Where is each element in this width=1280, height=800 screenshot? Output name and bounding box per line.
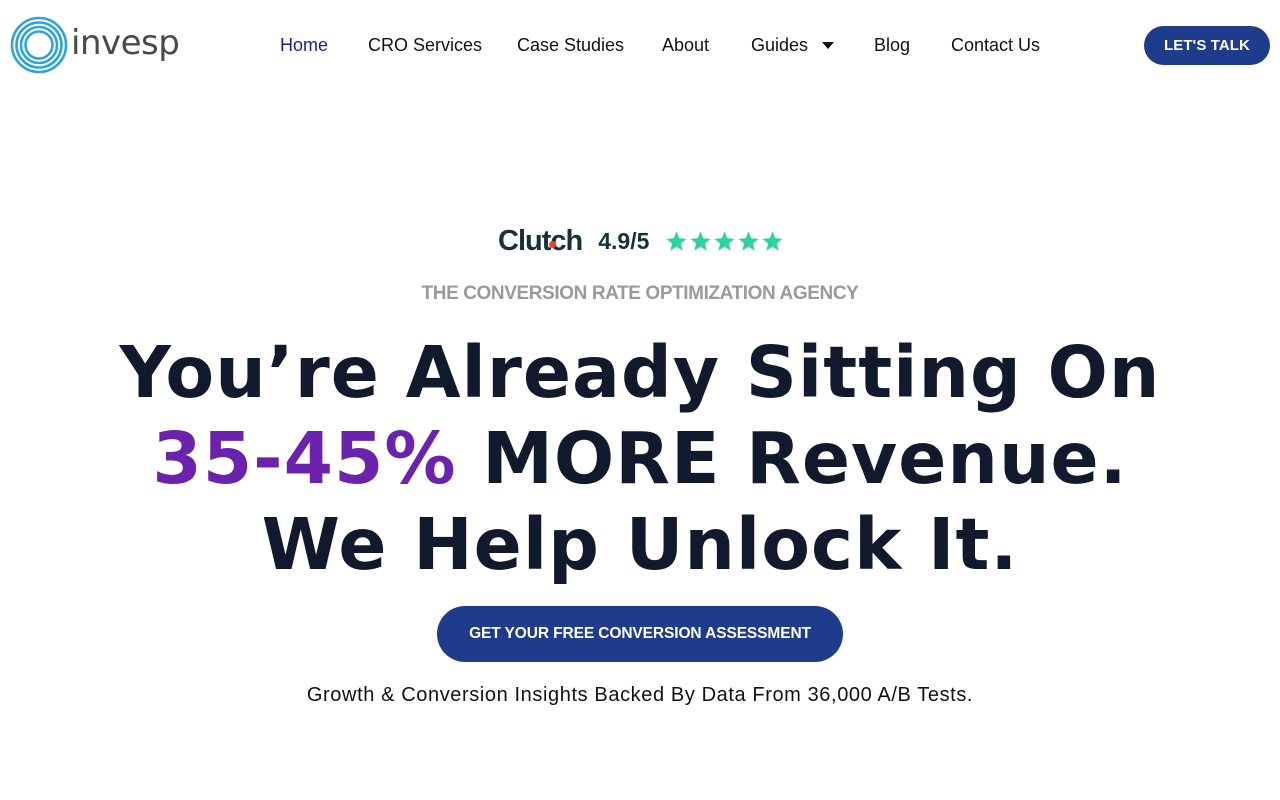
free-assessment-button[interactable]: GET YOUR FREE CONVERSION ASSESSMENT	[437, 606, 843, 662]
clutch-logo-suffix: ch	[550, 224, 583, 257]
nav-item-cro-services[interactable]: CRO Services	[368, 34, 482, 56]
hero-headline: You’re Already Sitting On 35-45% MORE Re…	[0, 330, 1280, 588]
caret-down-icon	[822, 42, 835, 49]
nav-item-blog[interactable]: Blog	[874, 34, 910, 56]
headline-line-2-rest: MORE Revenue.	[456, 417, 1128, 500]
star-icon	[738, 230, 759, 251]
nav-item-case-studies[interactable]: Case Studies	[517, 34, 624, 56]
clutch-logo: Clut ch	[498, 224, 583, 257]
star-icon	[714, 230, 735, 251]
headline-line-2: 35-45% MORE Revenue.	[0, 416, 1280, 502]
star-icon	[666, 230, 687, 251]
star-icon	[762, 230, 783, 251]
hero-subline: Growth & Conversion Insights Backed By D…	[306, 684, 974, 706]
rating-score: 4.9/5	[598, 227, 650, 254]
star-icon	[690, 230, 711, 251]
headline-line-3: We Help Unlock It.	[261, 503, 1019, 586]
clutch-dot-icon	[549, 240, 557, 248]
nav-item-guides[interactable]: Guides	[751, 34, 835, 56]
rating-stars	[665, 230, 785, 253]
nav-item-guides-label: Guides	[751, 35, 809, 55]
hero-eyebrow: THE CONVERSION RATE OPTIMIZATION AGENCY	[421, 283, 859, 304]
nav-item-home[interactable]: Home	[280, 34, 328, 56]
lets-talk-button[interactable]: LET'S TALK	[1144, 26, 1270, 65]
clutch-logo-prefix: Clut	[498, 224, 551, 257]
site-header: invesp Home CRO Services Case Studies Ab…	[0, 0, 1280, 90]
clutch-rating[interactable]: Clut ch 4.9/5	[498, 224, 785, 258]
headline-accent-percent: 35-45%	[152, 417, 457, 500]
nav-item-contact-us[interactable]: Contact Us	[951, 34, 1040, 56]
nav-item-about[interactable]: About	[662, 34, 709, 56]
headline-line-1: You’re Already Sitting On	[119, 331, 1161, 414]
main-nav: Home CRO Services Case Studies About Gui…	[0, 34, 1280, 56]
